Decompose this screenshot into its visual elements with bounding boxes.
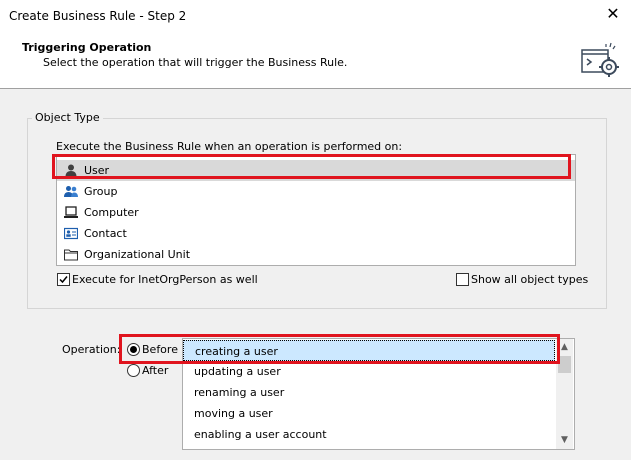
after-radio[interactable] [127, 364, 140, 377]
show-all-object-types-label[interactable]: Show all object types [471, 273, 588, 286]
scroll-down-icon[interactable]: ▼ [556, 432, 573, 449]
list-item-group[interactable]: Group [57, 181, 575, 202]
header-title: Triggering Operation [22, 41, 152, 54]
object-type-prompt: Execute the Business Rule when an operat… [56, 140, 403, 153]
header-subtitle: Select the operation that will trigger t… [43, 56, 348, 69]
list-item-contact[interactable]: Contact [57, 223, 575, 244]
list-item-label: Group [84, 185, 118, 198]
operation-label: Operation: [62, 343, 121, 356]
computer-icon [64, 206, 78, 218]
highlight-box-user [52, 154, 571, 179]
operation-item-label: renaming a user [194, 386, 285, 399]
window-title: Create Business Rule - Step 2 [9, 9, 187, 23]
highlight-box-operation [119, 334, 560, 364]
group-icon [64, 186, 78, 197]
after-label[interactable]: After [142, 364, 168, 377]
operation-item-moving[interactable]: moving a user [183, 403, 555, 424]
checkmark-icon [59, 276, 68, 284]
show-all-object-types-checkbox[interactable] [456, 273, 469, 286]
list-item-computer[interactable]: Computer [57, 202, 575, 223]
operation-item-renaming[interactable]: renaming a user [183, 382, 555, 403]
folder-icon [64, 249, 78, 261]
operation-item-updating[interactable]: updating a user [183, 361, 555, 382]
inetorgperson-label[interactable]: Execute for InetOrgPerson as well [72, 273, 258, 286]
list-item-organizational-unit[interactable]: Organizational Unit [57, 244, 575, 265]
console-gear-icon [581, 42, 619, 77]
operation-item-label: updating a user [194, 365, 281, 378]
operation-item-enabling[interactable]: enabling a user account [183, 424, 555, 445]
list-item-label: Computer [84, 206, 139, 219]
list-item-label: Contact [84, 227, 127, 240]
contact-card-icon [64, 227, 78, 240]
close-icon[interactable]: ✕ [603, 4, 623, 24]
inetorgperson-checkbox[interactable] [57, 273, 70, 286]
object-type-legend: Object Type [32, 111, 103, 124]
operation-item-label: enabling a user account [194, 428, 327, 441]
operation-item-label: moving a user [194, 407, 273, 420]
list-item-label: Organizational Unit [84, 248, 191, 261]
